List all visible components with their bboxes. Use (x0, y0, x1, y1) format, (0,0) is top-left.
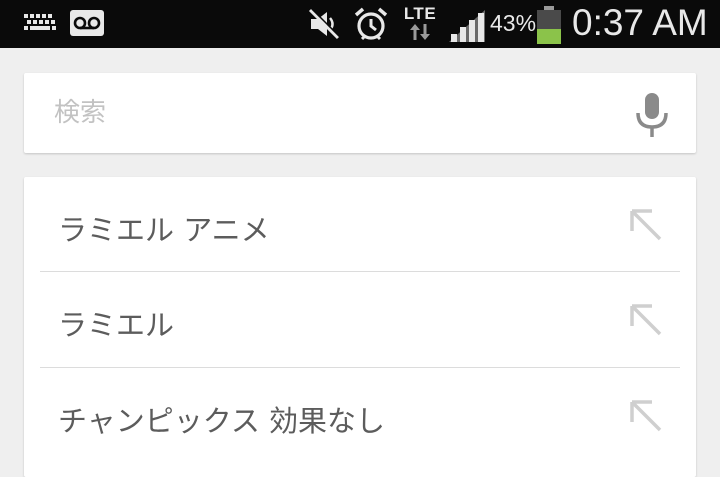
signal-icon (449, 10, 485, 42)
clock: 0:37 AM (572, 2, 708, 43)
network-type: LTE (403, 4, 437, 23)
battery-icon (537, 6, 561, 44)
arrow-up-left-icon[interactable] (628, 207, 664, 243)
suggestions-list: ラミエル アニメ ラミエル チャンピックス 効果なし (24, 177, 696, 477)
arrow-up-left-icon[interactable] (628, 302, 664, 338)
keyboard-icon (24, 14, 56, 30)
lte-icon: LTE (400, 4, 440, 44)
suggestion-label: ラミエル アニメ (58, 213, 270, 247)
suggestion-item[interactable]: ラミエル アニメ (24, 177, 696, 272)
battery-percent: 43% (490, 10, 537, 36)
search-box[interactable] (24, 73, 696, 153)
voicemail-icon (70, 10, 104, 36)
arrow-up-left-icon[interactable] (628, 398, 664, 434)
battery-fill (537, 29, 561, 44)
alarm-icon (354, 7, 388, 41)
mute-icon (308, 8, 341, 40)
data-arrows-icon (410, 24, 430, 40)
suggestion-item[interactable]: チャンピックス 効果なし (24, 368, 696, 463)
suggestion-label: ラミエル (58, 308, 175, 342)
status-bar: LTE 43% 0:37 AM (0, 0, 720, 48)
suggestion-item[interactable]: ラミエル (24, 272, 696, 367)
suggestion-label: チャンピックス 効果なし (58, 404, 386, 438)
search-input[interactable] (54, 91, 614, 135)
mic-icon[interactable] (630, 91, 674, 139)
